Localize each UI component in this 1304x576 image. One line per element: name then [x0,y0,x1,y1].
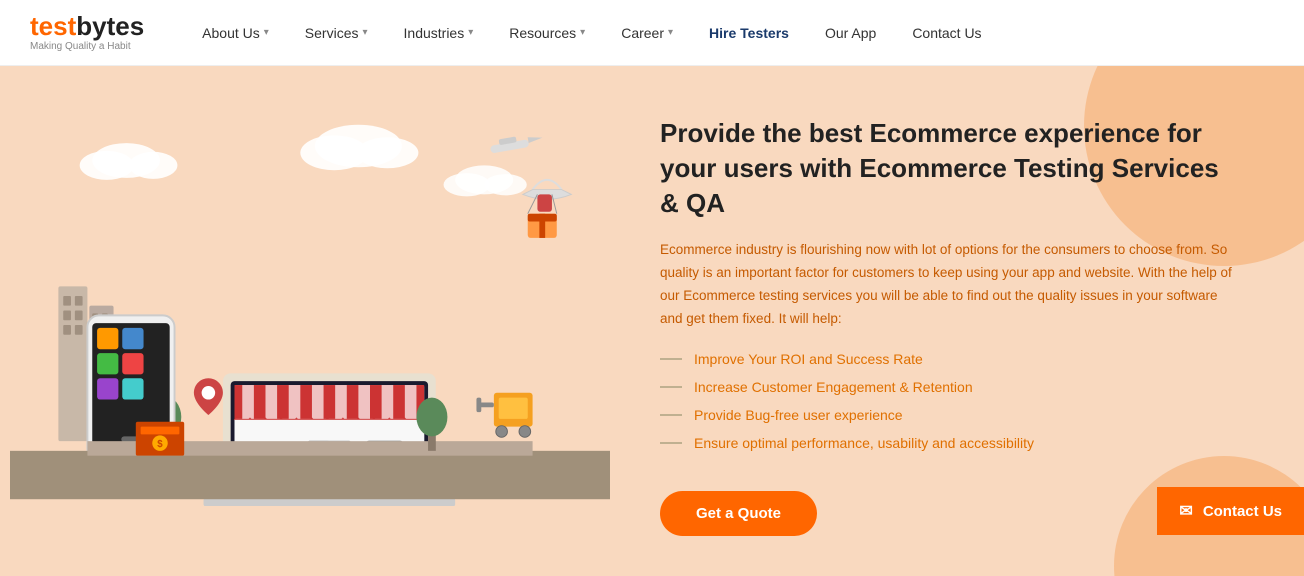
bullet-text-1: Improve Your ROI and Success Rate [694,351,923,367]
bullet-item-1: Improve Your ROI and Success Rate [660,351,1244,367]
logo-test: test [30,11,76,41]
bullet-dash-3 [660,414,682,416]
chevron-down-icon: ▾ [668,27,673,38]
bullet-text-3: Provide Bug-free user experience [694,407,903,423]
bullet-dash-4 [660,442,682,444]
nav-link-industries[interactable]: Industries ▾ [386,0,492,66]
chevron-down-icon: ▾ [468,27,473,38]
nav-item-contact: Contact Us [894,0,999,66]
nav-links: About Us ▾ Services ▾ Industries ▾ Resou… [184,0,1274,66]
nav-item-about: About Us ▾ [184,0,287,66]
hero-bullets: Improve Your ROI and Success Rate Increa… [660,351,1244,463]
bullet-item-2: Increase Customer Engagement & Retention [660,379,1244,395]
bullet-dash-2 [660,386,682,388]
nav-item-resources: Resources ▾ [491,0,603,66]
contact-sticky-label: Contact Us [1203,503,1282,520]
nav-item-industries: Industries ▾ [386,0,492,66]
hero-svg: OPEN BUY 🛒 [10,86,610,506]
hero-description: Ecommerce industry is flourishing now wi… [660,239,1240,331]
chevron-down-icon: ▾ [362,27,367,38]
navbar: testbytes Making Quality a Habit About U… [0,0,1304,66]
nav-link-about[interactable]: About Us ▾ [184,0,287,66]
chevron-down-icon: ▾ [580,27,585,38]
nav-item-services: Services ▾ [287,0,386,66]
nav-link-services[interactable]: Services ▾ [287,0,386,66]
nav-item-career: Career ▾ [603,0,691,66]
bullet-text-4: Ensure optimal performance, usability an… [694,435,1034,451]
nav-item-hire: Hire Testers [691,0,807,66]
illustration-area: OPEN BUY 🛒 [0,66,620,576]
bullet-text-2: Increase Customer Engagement & Retention [694,379,973,395]
get-quote-button[interactable]: Get a Quote [660,491,817,536]
contact-sticky-button[interactable]: ✉ Contact Us [1157,487,1304,535]
logo[interactable]: testbytes Making Quality a Habit [30,13,144,52]
bullet-dash-1 [660,358,682,360]
bullet-item-3: Provide Bug-free user experience [660,407,1244,423]
svg-text:$: $ [157,439,163,450]
logo-bytes: bytes [76,11,144,41]
envelope-icon: ✉ [1179,501,1192,521]
chevron-down-icon: ▾ [264,27,269,38]
nav-link-resources[interactable]: Resources ▾ [491,0,603,66]
nav-item-ourapp: Our App [807,0,894,66]
hero-illustration: OPEN BUY 🛒 [0,66,620,576]
nav-link-contact[interactable]: Contact Us [894,0,999,66]
nav-link-ourapp[interactable]: Our App [807,0,894,66]
nav-link-career[interactable]: Career ▾ [603,0,691,66]
bullet-item-4: Ensure optimal performance, usability an… [660,435,1244,451]
logo-text: testbytes [30,13,144,39]
logo-tagline: Making Quality a Habit [30,41,144,52]
hero-title: Provide the best Ecommerce experience fo… [660,116,1240,221]
nav-link-hire[interactable]: Hire Testers [691,0,807,66]
hero-section: OPEN BUY 🛒 [0,66,1304,576]
